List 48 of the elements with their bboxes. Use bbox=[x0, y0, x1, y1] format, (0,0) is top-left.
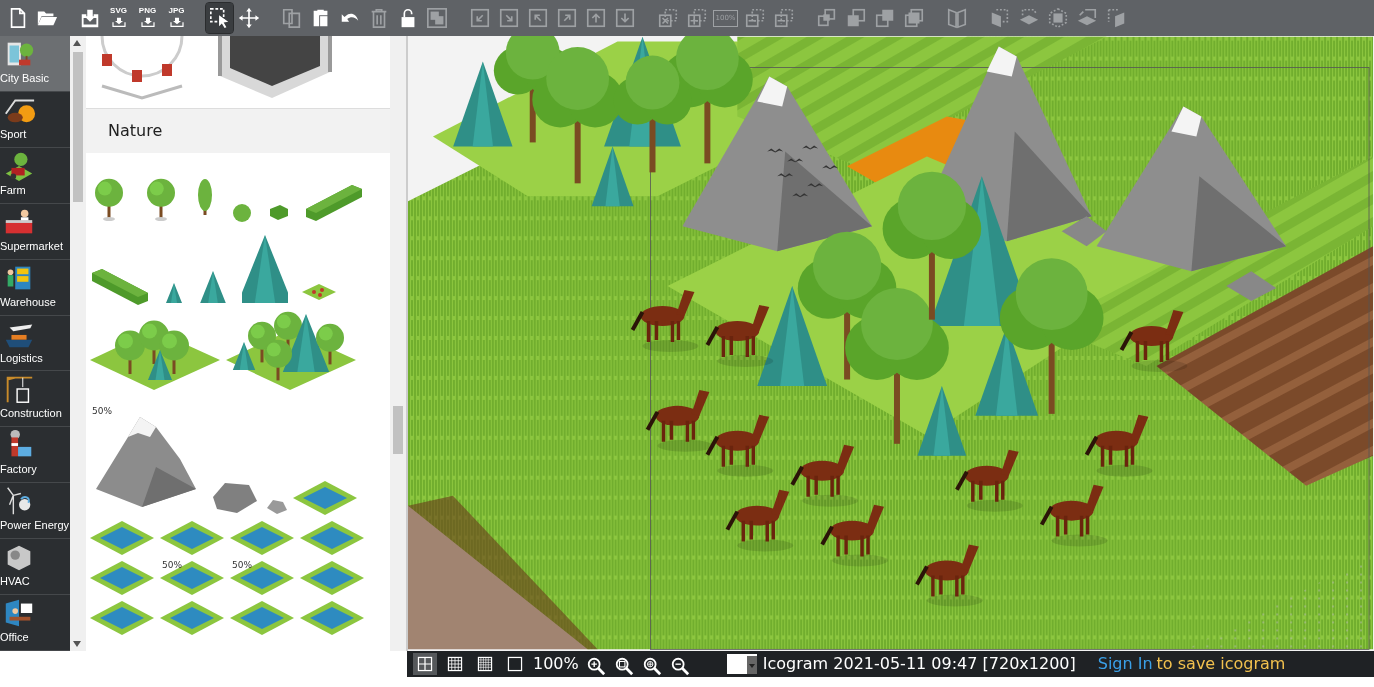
square-icon bbox=[506, 655, 524, 673]
water-tile-drawing bbox=[230, 601, 296, 637]
color-swatch[interactable] bbox=[726, 654, 757, 674]
water-tile-drawing bbox=[90, 561, 156, 597]
download-button[interactable]: JPG bbox=[163, 3, 190, 33]
zoom-fit-icon bbox=[613, 655, 634, 676]
sign-in-note: to save icogram bbox=[1156, 653, 1286, 675]
grid-icon bbox=[446, 655, 464, 673]
scrollbar[interactable] bbox=[390, 36, 406, 651]
scroll-down-icon[interactable] bbox=[73, 641, 81, 647]
category-tab[interactable]: City Basic bbox=[0, 36, 70, 92]
scale-label: 50% bbox=[232, 559, 252, 572]
water-tile-drawing bbox=[90, 521, 156, 557]
pine-tree-drawing bbox=[198, 269, 228, 305]
hedge-drawing bbox=[268, 202, 290, 221]
download-button[interactable]: SVG bbox=[105, 3, 132, 33]
water-tile-drawing bbox=[230, 521, 296, 557]
scroll-up-icon[interactable] bbox=[73, 40, 81, 46]
grid-toggle-button[interactable] bbox=[413, 653, 437, 675]
water-tile-drawing bbox=[300, 561, 366, 597]
zoom-all-icon bbox=[641, 655, 662, 676]
scale-label: 50% bbox=[92, 405, 112, 418]
sign-in-link[interactable]: Sign In bbox=[1097, 652, 1153, 676]
water-tile-drawing bbox=[300, 521, 366, 557]
water-tile-drawing bbox=[293, 481, 359, 517]
zoom-level: 100% bbox=[533, 653, 579, 675]
water-tile-drawing bbox=[160, 601, 226, 637]
section-heading: Nature bbox=[86, 109, 390, 153]
isometric-farm-scene-drawing[interactable] bbox=[408, 36, 1373, 650]
zoom-out-icon bbox=[669, 655, 690, 676]
water-tile-drawing bbox=[160, 561, 226, 597]
scale-label: 50% bbox=[162, 559, 182, 572]
scrollbar-thumb[interactable] bbox=[393, 406, 403, 454]
grid-icon bbox=[416, 655, 434, 673]
water-tile-drawing bbox=[230, 561, 296, 597]
water-tile-drawing bbox=[160, 521, 226, 557]
pine-tree-drawing bbox=[164, 281, 184, 305]
hedge-drawing bbox=[304, 183, 364, 223]
water-tile-drawing bbox=[90, 601, 156, 637]
scrollbar-thumb[interactable] bbox=[73, 52, 83, 202]
category-tab[interactable]: Office bbox=[0, 595, 70, 651]
document-title: Icogram 2021-05-11 09:47 [720x1200] bbox=[762, 653, 1076, 675]
scrollbar[interactable] bbox=[70, 36, 86, 651]
zoom-in-icon bbox=[585, 655, 606, 676]
water-tile-drawing bbox=[300, 601, 366, 637]
grid-icon bbox=[476, 655, 494, 673]
pine-tree-drawing bbox=[242, 233, 288, 305]
download-button[interactable]: PNG bbox=[134, 3, 161, 33]
